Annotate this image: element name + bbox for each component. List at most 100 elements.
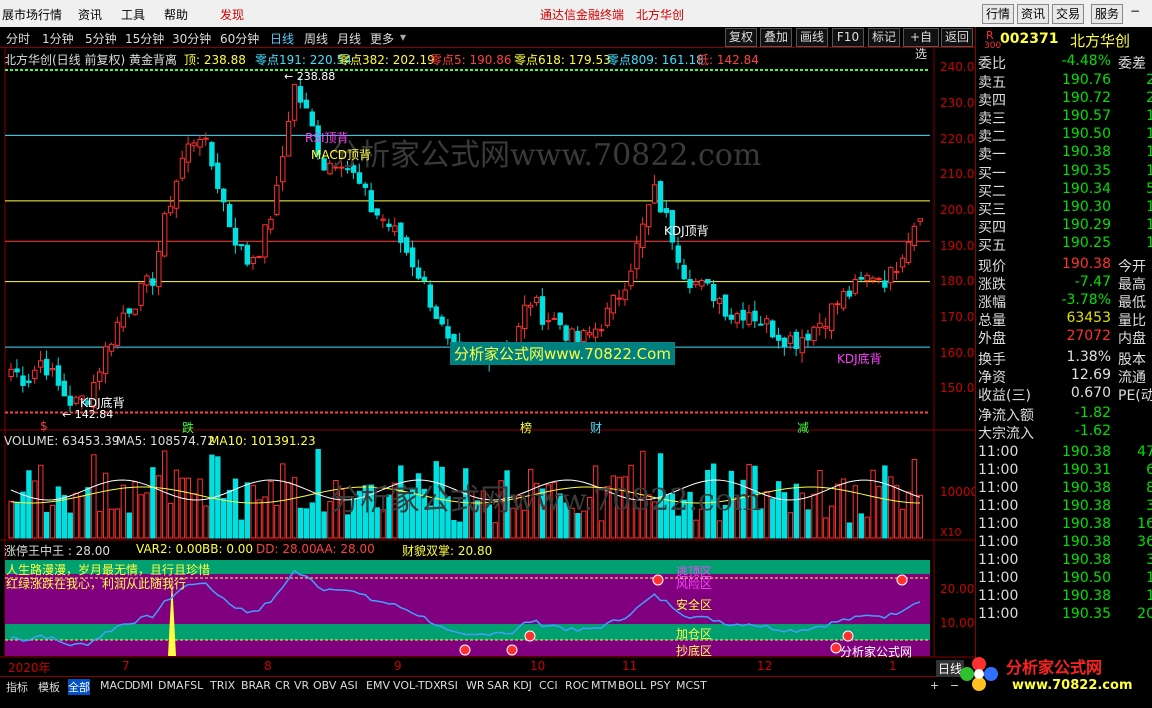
r-badge-number: 300	[984, 41, 1002, 51]
service-button[interactable]: 服务	[1091, 4, 1123, 24]
y-tick: 220.0	[940, 132, 975, 146]
quote-extra: 股本	[1118, 352, 1146, 368]
candle-body	[705, 279, 711, 284]
tab-macd[interactable]: MACD	[100, 679, 133, 692]
candle-body	[722, 294, 729, 317]
volume-bar	[167, 502, 174, 539]
tab-mtm[interactable]: MTM	[591, 679, 617, 692]
candle-body	[829, 303, 835, 332]
candle-body	[221, 188, 227, 203]
candle-body	[138, 282, 144, 306]
tab-all[interactable]: 全部	[68, 679, 90, 695]
volume-bar	[858, 513, 864, 539]
candle-body	[805, 333, 811, 341]
candle-body	[817, 322, 823, 329]
volume-bar	[799, 492, 805, 539]
candle-body	[870, 277, 876, 282]
tab-mcst[interactable]: MCST	[676, 679, 707, 692]
tab-emv[interactable]: EMV	[366, 679, 390, 692]
candle-body	[846, 290, 853, 297]
tick-time: 11:00	[978, 588, 1019, 604]
volume-bar	[32, 480, 38, 539]
tab-dmi[interactable]: DMI	[132, 679, 153, 692]
candle-body	[640, 223, 646, 249]
tab-template[interactable]: 模板	[38, 679, 60, 695]
tab-vol-tdx[interactable]: VOL-TDX	[393, 679, 441, 692]
quote-row: 净流入额 -1.82	[978, 405, 1152, 424]
tab-brar[interactable]: BRAR	[241, 679, 271, 692]
quote-value: 190.35	[1062, 163, 1111, 179]
quote-value: 12.69	[1070, 367, 1111, 383]
tab-vr[interactable]: VR	[294, 679, 309, 692]
tab-roc[interactable]: ROC	[565, 679, 589, 692]
tab-psy[interactable]: PSY	[650, 679, 670, 692]
volume-bar	[321, 511, 327, 539]
trade-button[interactable]: 交易	[1052, 4, 1084, 24]
tab-cci[interactable]: CCI	[539, 679, 558, 692]
candle-body	[710, 283, 717, 302]
quote-label: 卖三	[978, 111, 1006, 127]
candle-body	[356, 172, 363, 184]
tick-price: 190.38	[1062, 444, 1111, 460]
quote-row: 买三 190.30 1	[978, 199, 1152, 218]
candle-body	[533, 296, 540, 304]
quote-label: 净资	[978, 370, 1006, 386]
quote-row: 收益(三) 0.670 PE(动)	[978, 385, 1152, 404]
volume-bar	[268, 480, 274, 539]
news-button[interactable]: 资讯	[1017, 4, 1049, 24]
quote-label: 涨幅	[978, 295, 1006, 311]
tab-kdj[interactable]: KDJ	[513, 679, 532, 692]
candle-body	[120, 312, 127, 328]
zoom-in-button[interactable]: +	[930, 679, 939, 692]
volume-bar	[834, 483, 841, 539]
volume-bar	[138, 494, 144, 539]
quote-label: 买一	[978, 166, 1006, 182]
volume-bar	[20, 491, 26, 539]
indicator-y-tick: 20.00	[940, 582, 975, 596]
quote-row: 现价 190.38 今开	[978, 256, 1152, 275]
y-tick: 150.0	[940, 381, 975, 395]
date-label: 7	[122, 659, 130, 673]
signal-dot	[896, 574, 908, 586]
tab-indicator[interactable]: 指标	[6, 679, 28, 695]
tab-rsi[interactable]: RSI	[440, 679, 458, 692]
candle-body	[262, 224, 268, 258]
tab-cr[interactable]: CR	[275, 679, 290, 692]
quote-button[interactable]: 行情	[982, 4, 1014, 24]
volume-bar	[144, 492, 150, 539]
candle-body	[102, 346, 109, 375]
tab-sar[interactable]: SAR	[487, 679, 509, 692]
candle-body	[108, 343, 115, 352]
indicator-name: 涨停王中王 : 28.00	[4, 544, 111, 558]
kdj-bottom-label-1: KDJ底背	[80, 396, 125, 410]
tab-wr[interactable]: WR	[466, 679, 485, 692]
candle-body	[144, 275, 150, 286]
volume-bar	[917, 494, 924, 539]
volume-bar	[221, 498, 227, 539]
candle-body	[758, 323, 764, 326]
tab-dma[interactable]: DMA	[158, 679, 184, 692]
candle-body	[415, 267, 422, 279]
aa-value: AA: 28.00	[316, 542, 375, 556]
quote-row: 大宗流入 -1.62	[978, 423, 1152, 442]
kdj-top-label: KDJ顶背	[664, 224, 709, 238]
volume-bar	[457, 521, 463, 539]
volume-bar	[893, 485, 900, 539]
volume-bar	[793, 483, 800, 539]
quote-value: 190.30	[1062, 199, 1111, 215]
candle-body	[893, 270, 900, 273]
tab-boll[interactable]: BOLL	[618, 679, 646, 692]
logo-text: 分析家公式网	[1006, 658, 1103, 677]
minimize-icon[interactable]: −	[1130, 4, 1140, 18]
date-label: 8	[264, 659, 272, 673]
tab-fsl[interactable]: FSL	[184, 679, 203, 692]
tab-asi[interactable]: ASI	[340, 679, 358, 692]
tick-time: 11:00	[978, 552, 1019, 568]
tab-obv[interactable]: OBV	[313, 679, 336, 692]
quote-extra: 量比	[1118, 313, 1146, 329]
event-mark: $	[40, 419, 48, 433]
quote-row: 买二 190.34 5	[978, 181, 1152, 200]
quote-label: 外盘	[978, 331, 1006, 347]
candle-body	[539, 296, 546, 325]
tab-trix[interactable]: TRIX	[210, 679, 235, 692]
